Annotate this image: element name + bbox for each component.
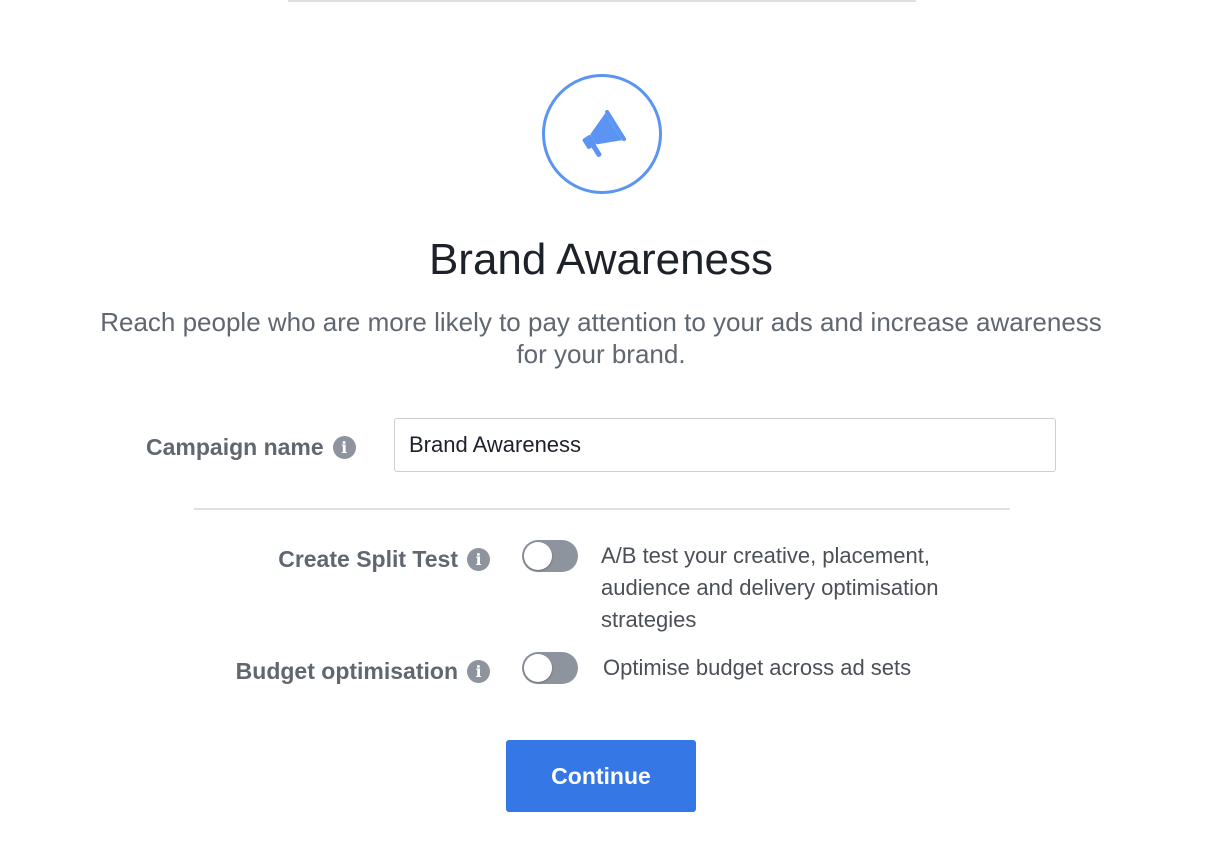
budget-optimisation-label: Budget optimisation i (236, 658, 490, 685)
section-divider (194, 508, 1010, 510)
objective-description: Reach people who are more likely to pay … (100, 307, 1102, 369)
info-icon[interactable]: i (332, 436, 356, 459)
megaphone-icon (582, 109, 627, 157)
budget-optimisation-description: Optimise budget across ad sets (603, 655, 912, 680)
info-icon[interactable]: i (467, 548, 490, 571)
budget-optimisation-label-text: Budget optimisation (235, 658, 458, 684)
split-test-description: A/B test your creative, placement, audie… (601, 543, 939, 632)
top-divider (288, 0, 916, 2)
split-test-label: Create Split Test i (278, 546, 490, 573)
campaign-name-input[interactable] (394, 418, 1056, 472)
objective-icon-circle (542, 74, 662, 194)
continue-button[interactable]: Continue (506, 740, 696, 812)
campaign-name-label-text: Campaign name (146, 434, 324, 460)
info-icon[interactable]: i (467, 660, 490, 683)
split-test-toggle[interactable] (522, 540, 578, 572)
campaign-objective-page: Brand Awareness Reach people who are mor… (0, 0, 1226, 864)
toggle-knob (524, 542, 552, 570)
split-test-label-text: Create Split Test (278, 546, 458, 572)
toggle-knob (524, 654, 552, 682)
campaign-name-label: Campaign name i (146, 434, 356, 461)
objective-title: Brand Awareness (428, 235, 774, 284)
budget-optimisation-toggle[interactable] (522, 652, 578, 684)
